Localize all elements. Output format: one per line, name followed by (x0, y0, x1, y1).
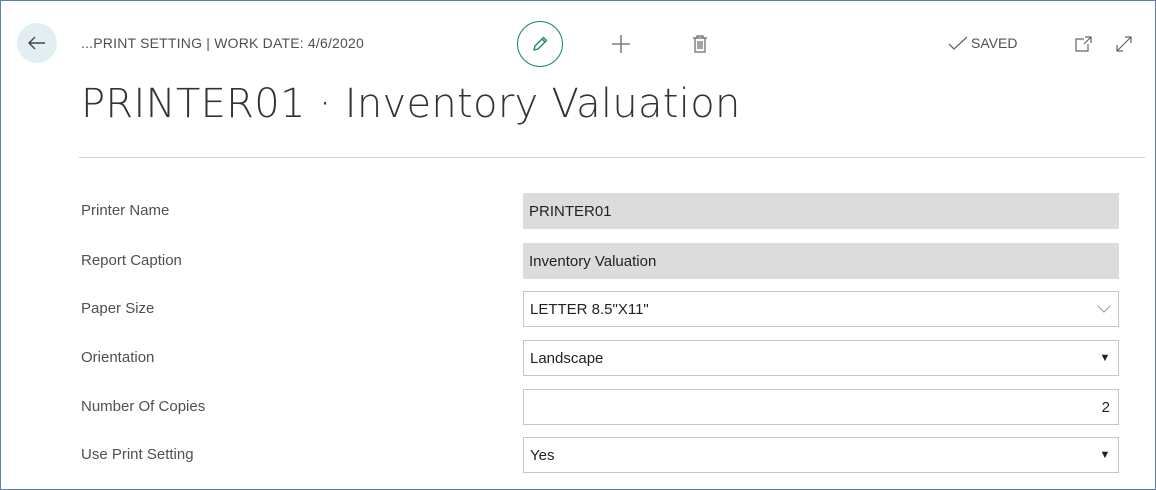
report-caption-label: Report Caption (81, 252, 182, 269)
orientation-select[interactable]: Landscape ▼ (523, 340, 1119, 376)
paper-size-label: Paper Size (81, 300, 155, 317)
orientation-value: Landscape (530, 349, 604, 367)
expand-button[interactable] (1111, 31, 1137, 57)
checkmark-icon (948, 36, 968, 50)
pencil-icon (533, 36, 548, 51)
back-arrow-icon (28, 36, 45, 50)
open-in-new-window-button[interactable] (1071, 31, 1097, 57)
orientation-label: Orientation (81, 349, 155, 366)
printer-name-value: PRINTER01 (529, 202, 612, 220)
field-row-number-of-copies: Number Of Copies 2 (81, 389, 1121, 425)
report-caption-value: Inventory Valuation (529, 252, 657, 270)
saved-label: SAVED (971, 35, 1018, 51)
back-button[interactable] (17, 23, 57, 63)
field-row-report-caption: Report Caption Inventory Valuation (81, 243, 1121, 279)
use-print-setting-label: Use Print Setting (81, 446, 194, 463)
expand-icon (1116, 36, 1132, 52)
field-row-printer-name: Printer Name PRINTER01 (81, 193, 1121, 229)
delete-button[interactable] (687, 31, 713, 57)
save-status: SAVED (947, 35, 1017, 51)
chevron-down-icon (1097, 305, 1111, 313)
title-divider (79, 157, 1145, 158)
page-title: PRINTER01 · Inventory Valuation (81, 81, 741, 127)
trash-icon (693, 35, 707, 53)
number-of-copies-value: 2 (1101, 398, 1110, 416)
breadcrumb: ...PRINT SETTING | WORK DATE: 4/6/2020 (81, 35, 365, 51)
field-row-orientation: Orientation Landscape ▼ (81, 340, 1121, 376)
field-row-paper-size: Paper Size LETTER 8.5"X11" (81, 291, 1121, 327)
number-of-copies-label: Number Of Copies (81, 398, 206, 415)
use-print-setting-value: Yes (530, 446, 555, 464)
new-button[interactable] (608, 31, 634, 57)
printer-name-field: PRINTER01 (523, 193, 1119, 229)
open-new-window-icon (1075, 36, 1092, 52)
edit-button[interactable] (517, 21, 563, 67)
printer-name-label: Printer Name (81, 202, 170, 219)
use-print-setting-select[interactable]: Yes ▼ (523, 437, 1119, 473)
page-frame: ...PRINT SETTING | WORK DATE: 4/6/2020 S… (0, 0, 1156, 490)
caret-down-icon: ▼ (1099, 352, 1111, 364)
report-caption-field: Inventory Valuation (523, 243, 1119, 279)
paper-size-value: LETTER 8.5"X11" (530, 300, 649, 318)
field-row-use-print-setting: Use Print Setting Yes ▼ (81, 437, 1121, 473)
caret-down-icon: ▼ (1099, 449, 1111, 461)
paper-size-dropdown[interactable]: LETTER 8.5"X11" (523, 291, 1119, 327)
number-of-copies-input[interactable]: 2 (523, 389, 1119, 425)
plus-icon (612, 35, 630, 53)
